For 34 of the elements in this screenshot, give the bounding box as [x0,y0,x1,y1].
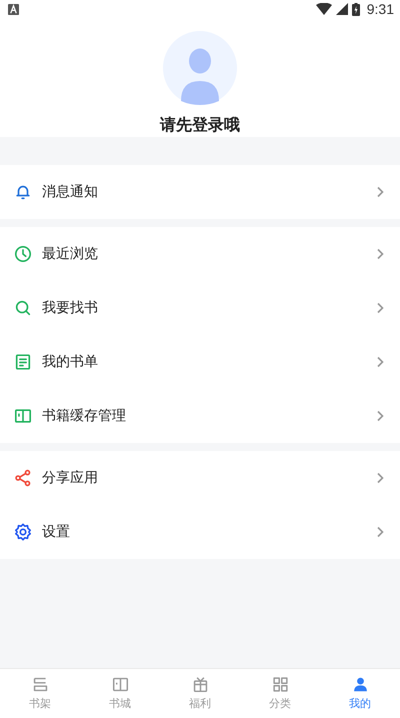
chevron-icon [376,186,384,198]
search-icon [14,299,32,317]
chevron-icon [376,410,384,422]
list-icon [14,353,32,371]
bell-icon [14,183,32,201]
share-icon [14,469,32,487]
menu-item[interactable]: 分享应用 [0,451,400,505]
avatar-icon[interactable] [163,31,237,105]
gift-icon [192,676,208,693]
chevron-icon [376,248,384,260]
battery-icon [352,2,360,16]
grid-icon [272,676,288,693]
notification-icon [8,4,19,14]
settings-icon [14,523,32,541]
chevron-icon [376,526,384,538]
menu-item[interactable]: 我的书单 [0,335,400,389]
menu-item[interactable]: 消息通知 [0,165,400,219]
menu-item[interactable]: 设置 [0,505,400,559]
person-icon [352,676,368,693]
book-icon [112,676,128,693]
tab[interactable]: 我的 [320,669,400,718]
chevron-icon [376,302,384,314]
clock-icon [14,245,32,263]
login-prompt[interactable]: 请先登录哦 [160,115,240,136]
chevron-icon [376,356,384,368]
menu-item[interactable]: 书籍缓存管理 [0,389,400,443]
wifi-icon [316,3,332,15]
status-time: 9:31 [366,1,394,17]
signal-icon [336,3,348,15]
shelf-icon [32,676,48,693]
book-icon [14,407,32,425]
chevron-icon [376,472,384,484]
menu-item[interactable]: 我要找书 [0,281,400,335]
menu-item[interactable]: 最近浏览 [0,227,400,281]
